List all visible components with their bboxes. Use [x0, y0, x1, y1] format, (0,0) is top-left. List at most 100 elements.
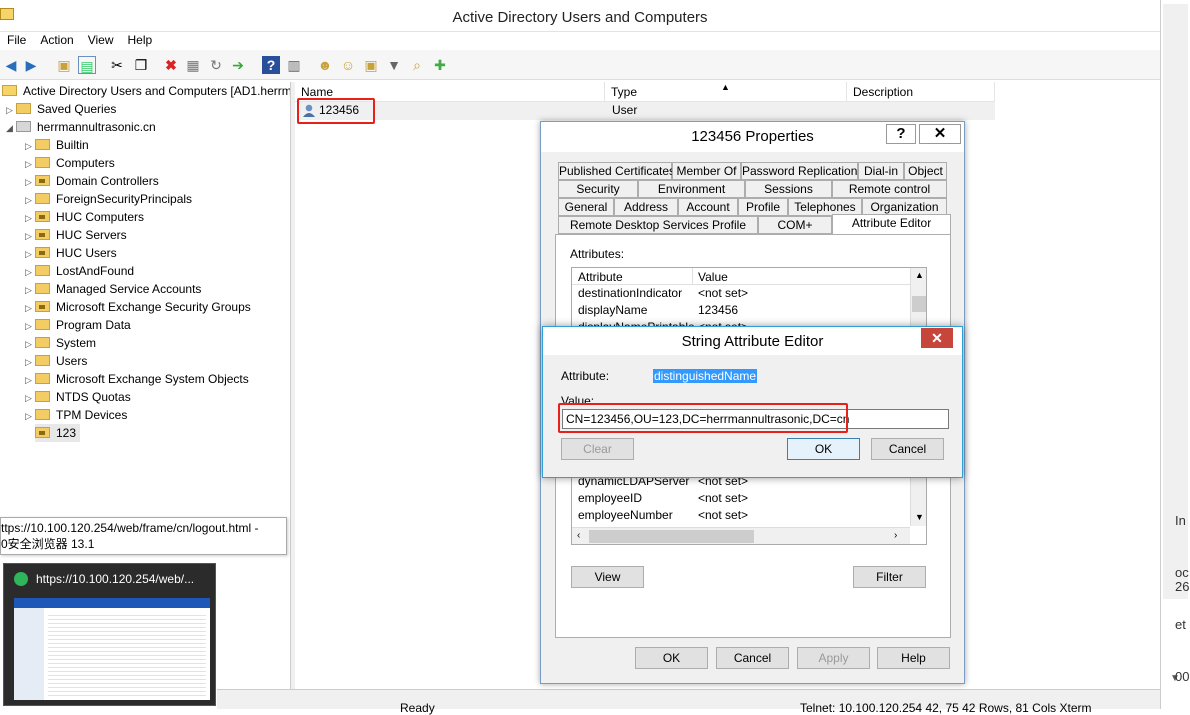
menu-action[interactable]: Action — [33, 32, 80, 48]
ok-button[interactable]: OK — [787, 438, 860, 460]
new-group-icon[interactable]: ☺ — [339, 56, 357, 74]
tree-item-lost-and-found[interactable]: ▷ LostAndFound — [25, 262, 134, 280]
view-button[interactable]: View — [571, 566, 644, 588]
tree-root[interactable]: Active Directory Users and Computers [AD… — [2, 82, 290, 100]
attr-column-value[interactable]: Value — [698, 270, 728, 284]
delete-icon[interactable]: ✖ — [162, 56, 180, 74]
attr-hscroll[interactable]: ‹ › — [572, 527, 910, 544]
tab-general[interactable]: General — [558, 198, 614, 216]
clear-button[interactable]: Clear — [561, 438, 634, 460]
tab-environment[interactable]: Environment — [638, 180, 745, 198]
scroll-down-icon[interactable]: ▼ — [915, 512, 924, 522]
close-icon[interactable]: ✕ — [921, 328, 953, 348]
tree-item-domain[interactable]: ◢ herrmannultrasonic.cn — [6, 118, 156, 136]
tree-item-123[interactable]: 123 — [35, 424, 81, 442]
main-scrollbar[interactable]: ▼ — [1160, 0, 1190, 709]
expand-arrow-icon[interactable]: ▷ — [25, 371, 35, 389]
menu-view[interactable]: View — [81, 32, 121, 48]
tree-item-users[interactable]: ▷ Users — [25, 352, 87, 370]
menu-help[interactable]: Help — [121, 32, 160, 48]
scroll-track[interactable] — [1163, 4, 1188, 599]
tab-com-plus[interactable]: COM+ — [758, 216, 832, 234]
properties-icon[interactable]: ▦ — [184, 56, 202, 74]
list-item[interactable]: displayName 123456 — [572, 302, 910, 319]
tab-password-replication[interactable]: Password Replication — [741, 162, 858, 180]
tree-item-huc-servers[interactable]: ▷ HUC Servers — [25, 226, 127, 244]
apply-button[interactable]: Apply — [797, 647, 870, 669]
tab-attribute-editor[interactable]: Attribute Editor — [832, 214, 951, 234]
tab-remote-desktop-services-profile[interactable]: Remote Desktop Services Profile — [558, 216, 758, 234]
tree-item-saved-queries[interactable]: ▷ Saved Queries — [6, 100, 116, 118]
list-item[interactable]: employeeID <not set> — [572, 490, 910, 507]
forward-arrow-icon[interactable]: ▶ — [22, 56, 40, 74]
tab-remote-control[interactable]: Remote control — [832, 180, 947, 198]
expand-arrow-icon[interactable]: ▷ — [25, 263, 35, 281]
close-icon[interactable]: ✕ — [919, 124, 961, 144]
tab-address[interactable]: Address — [614, 198, 678, 216]
expand-arrow-icon[interactable]: ▷ — [25, 191, 35, 209]
tree-item-program-data[interactable]: ▷ Program Data — [25, 316, 131, 334]
new-user-icon[interactable]: ☻ — [316, 56, 334, 74]
tab-profile[interactable]: Profile — [738, 198, 788, 216]
expand-arrow-icon[interactable]: ▷ — [25, 155, 35, 173]
help-icon[interactable]: ? — [886, 124, 916, 144]
tab-account[interactable]: Account — [678, 198, 738, 216]
attr-column-attribute[interactable]: Attribute — [578, 270, 623, 284]
expand-arrow-icon[interactable]: ▷ — [25, 353, 35, 371]
tab-member-of[interactable]: Member Of — [672, 162, 741, 180]
tree-item-huc-computers[interactable]: ▷ HUC Computers — [25, 208, 144, 226]
scroll-up-icon[interactable]: ▲ — [915, 270, 924, 280]
tree-item-managed-service-accounts[interactable]: ▷ Managed Service Accounts — [25, 280, 201, 298]
collapse-arrow-icon[interactable]: ◢ — [6, 119, 16, 137]
tab-published-certificates[interactable]: Published Certificates — [558, 162, 675, 180]
add-to-group-icon[interactable]: ✚ — [431, 56, 449, 74]
expand-arrow-icon[interactable]: ▷ — [25, 299, 35, 317]
tree-item-exchange-system-objects[interactable]: ▷ Microsoft Exchange System Objects — [25, 370, 249, 388]
tree-item-huc-users[interactable]: ▷ HUC Users — [25, 244, 117, 262]
tab-security[interactable]: Security — [558, 180, 638, 198]
cut-icon[interactable]: ✂ — [108, 56, 126, 74]
console-icon[interactable]: ▥ — [285, 56, 303, 74]
expand-arrow-icon[interactable]: ▷ — [25, 335, 35, 353]
expand-arrow-icon[interactable]: ▷ — [25, 281, 35, 299]
list-item[interactable]: destinationIndicator <not set> — [572, 285, 910, 302]
tree-item-exchange-security-groups[interactable]: ▷ Microsoft Exchange Security Groups — [25, 298, 251, 316]
scroll-left-icon[interactable]: ‹ — [577, 530, 580, 541]
cancel-button[interactable]: Cancel — [871, 438, 944, 460]
scroll-right-icon[interactable]: › — [894, 530, 897, 541]
find-icon[interactable]: ⌕ — [408, 56, 426, 74]
filter-button[interactable]: Filter — [853, 566, 926, 588]
tree-item-system[interactable]: ▷ System — [25, 334, 96, 352]
up-folder-icon[interactable]: ▣ — [55, 56, 73, 74]
refresh-icon[interactable]: ↻ — [207, 56, 225, 74]
list-item[interactable]: employeeNumber <not set> — [572, 507, 910, 524]
scroll-thumb[interactable] — [912, 296, 926, 312]
tree-item-computers[interactable]: ▷ Computers — [25, 154, 115, 172]
expand-arrow-icon[interactable]: ▷ — [25, 137, 35, 155]
tree-item-domain-controllers[interactable]: ▷ Domain Controllers — [25, 172, 159, 190]
tab-sessions[interactable]: Sessions — [745, 180, 832, 198]
expand-arrow-icon[interactable]: ▷ — [25, 227, 35, 245]
help-button[interactable]: Help — [877, 647, 950, 669]
taskbar-thumbnail[interactable]: https://10.100.120.254/web/... — [3, 563, 216, 706]
expand-arrow-icon[interactable]: ▷ — [25, 389, 35, 407]
new-ou-icon[interactable]: ▣ — [362, 56, 380, 74]
expand-arrow-icon[interactable]: ▷ — [25, 173, 35, 191]
expand-arrow-icon[interactable]: ▷ — [25, 209, 35, 227]
expand-arrow-icon[interactable]: ▷ — [25, 245, 35, 263]
cancel-button[interactable]: Cancel — [716, 647, 789, 669]
table-row[interactable]: 123456 User — [297, 102, 995, 120]
back-arrow-icon[interactable]: ◀ — [2, 56, 20, 74]
column-header-description[interactable]: Description — [847, 82, 995, 102]
expand-arrow-icon[interactable]: ▷ — [25, 407, 35, 425]
menu-file[interactable]: File — [0, 32, 33, 48]
ok-button[interactable]: OK — [635, 647, 708, 669]
expand-arrow-icon[interactable]: ▷ — [25, 317, 35, 335]
tree-item-tpm-devices[interactable]: ▷ TPM Devices — [25, 406, 127, 424]
filter-icon[interactable]: ▼ — [385, 56, 403, 74]
scroll-thumb[interactable] — [589, 530, 754, 543]
expand-arrow-icon[interactable]: ▷ — [6, 101, 16, 119]
tab-dial-in[interactable]: Dial-in — [858, 162, 904, 180]
tree-item-foreign-security-principals[interactable]: ▷ ForeignSecurityPrincipals — [25, 190, 192, 208]
show-tree-icon[interactable]: ▤ — [78, 56, 96, 74]
